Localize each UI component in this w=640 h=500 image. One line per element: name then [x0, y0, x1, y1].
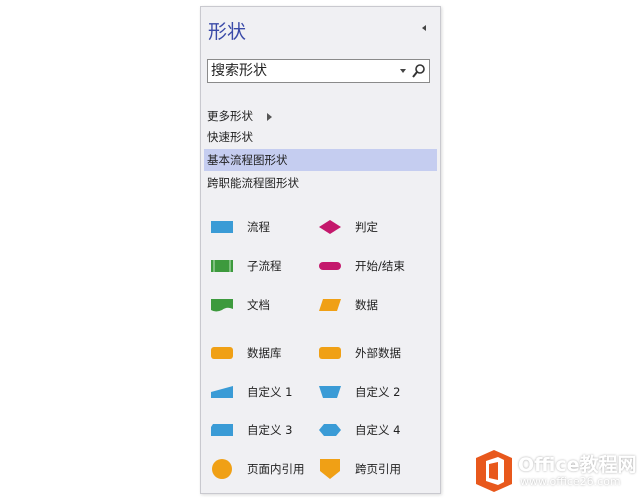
- custom3-shape-icon: [211, 424, 233, 436]
- decision-shape-icon: [319, 220, 341, 234]
- watermark-url: www.office26.com: [520, 475, 621, 488]
- shape-database[interactable]: 数据库: [210, 340, 320, 366]
- shape-custom-1[interactable]: 自定义 1: [210, 379, 320, 405]
- shape-document[interactable]: 文档: [210, 292, 320, 318]
- watermark-logo: Office教程网 www.office26.com: [474, 448, 637, 494]
- submenu-arrow-icon: [266, 112, 272, 121]
- shape-process[interactable]: 流程: [210, 214, 320, 240]
- dropdown-arrow-icon[interactable]: [399, 68, 407, 74]
- category-more-shapes[interactable]: 更多形状: [204, 105, 437, 127]
- category-basic-flowchart[interactable]: 基本流程图形状: [204, 149, 437, 171]
- watermark-brand: Office教程网: [518, 454, 637, 476]
- document-shape-icon: [211, 299, 233, 312]
- start-end-shape-icon: [319, 262, 341, 270]
- shape-custom-3[interactable]: 自定义 3: [210, 417, 320, 443]
- process-shape-icon: [211, 221, 233, 233]
- database-shape-icon: [211, 347, 233, 359]
- custom2-shape-icon: [319, 386, 341, 398]
- external-data-shape-icon: [319, 347, 341, 359]
- search-input[interactable]: [208, 60, 393, 82]
- shape-custom-2[interactable]: 自定义 2: [318, 379, 428, 405]
- collapse-panel-icon[interactable]: [418, 21, 430, 35]
- shape-start-end[interactable]: 开始/结束: [318, 253, 428, 279]
- office-logo-icon: [476, 450, 512, 492]
- search-icon[interactable]: [411, 63, 426, 79]
- shape-subprocess[interactable]: 子流程: [210, 253, 320, 279]
- custom1-shape-icon: [211, 386, 233, 398]
- off-page-reference-icon: [320, 459, 340, 479]
- on-page-reference-icon: [212, 459, 232, 479]
- shape-off-page-reference[interactable]: 跨页引用: [318, 456, 428, 482]
- shape-on-page-reference[interactable]: 页面内引用: [210, 456, 320, 482]
- shape-data[interactable]: 数据: [318, 292, 428, 318]
- panel-title: 形状: [208, 21, 247, 43]
- category-cross-functional-flowchart[interactable]: 跨职能流程图形状: [204, 172, 437, 194]
- data-shape-icon: [319, 299, 341, 311]
- shape-external-data[interactable]: 外部数据: [318, 340, 428, 366]
- shape-decision[interactable]: 判定: [318, 214, 428, 240]
- custom4-shape-icon: [319, 424, 341, 436]
- category-quick-shapes[interactable]: 快速形状: [204, 126, 437, 148]
- subprocess-shape-icon: [211, 260, 233, 272]
- shape-custom-4[interactable]: 自定义 4: [318, 417, 428, 443]
- shapes-panel: 形状 更多形状 快速形状 基本流程图形状 跨职能流程图形状 流程 判定: [200, 6, 441, 494]
- search-box: [207, 59, 430, 83]
